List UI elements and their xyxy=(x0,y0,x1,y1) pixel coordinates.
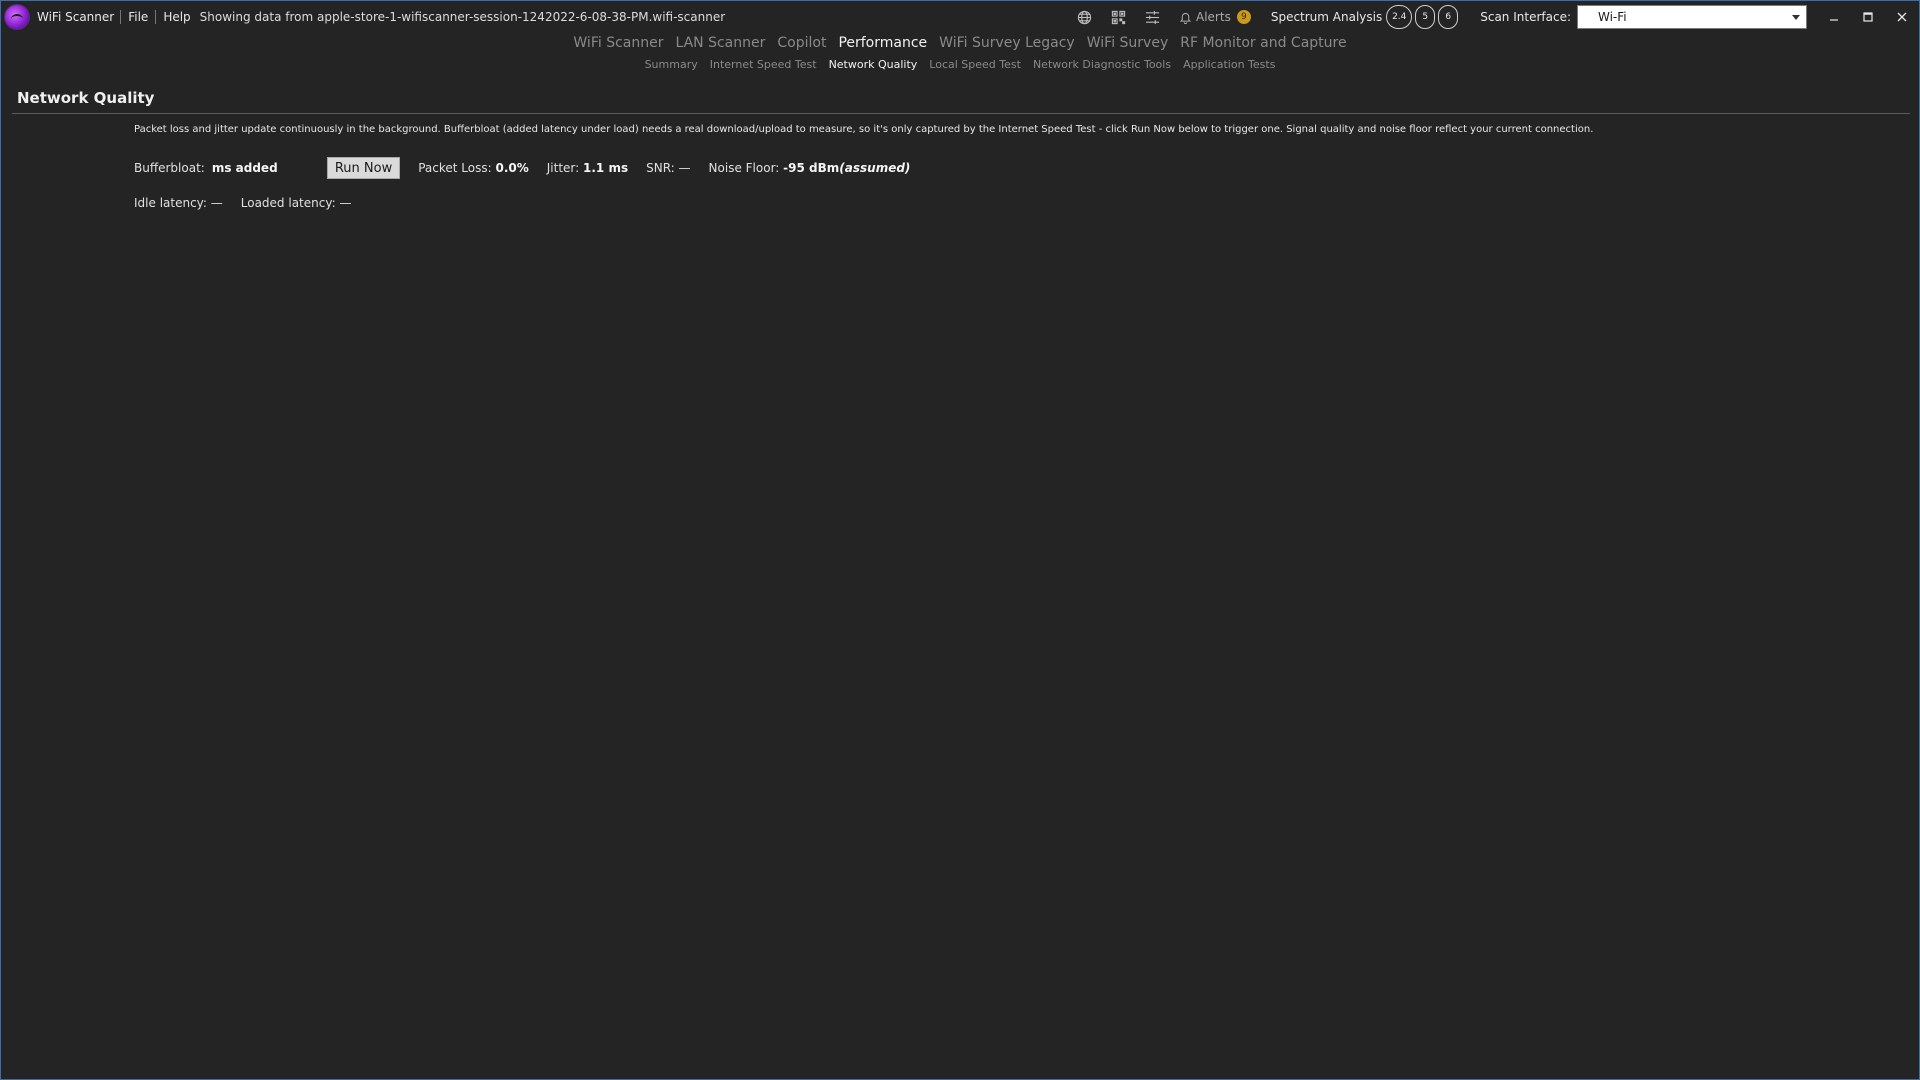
bufferbloat-label: Bufferbloat: xyxy=(134,161,205,175)
noise-floor-note: (assumed) xyxy=(839,161,911,175)
tab-copilot[interactable]: Copilot xyxy=(777,35,826,51)
app-name: WiFi Scanner xyxy=(37,10,115,24)
band-6-button[interactable]: 6 xyxy=(1438,5,1459,29)
packet-loss-value: 0.0% xyxy=(495,161,529,175)
loaded-latency-metric: Loaded latency: — xyxy=(241,196,352,210)
main-nav: WiFi Scanner LAN Scanner Copilot Perform… xyxy=(1,35,1919,51)
metrics-row: Bufferbloat: ms added Run Now Packet Los… xyxy=(134,157,928,179)
noise-floor-value: -95 dBm xyxy=(783,161,840,175)
sub-nav: Summary Internet Speed Test Network Qual… xyxy=(1,58,1919,71)
title-divider xyxy=(12,113,1910,114)
noise-floor-metric: Noise Floor: -95 dBm(assumed) xyxy=(709,161,911,175)
subtab-network-diagnostic-tools[interactable]: Network Diagnostic Tools xyxy=(1033,58,1171,71)
close-button[interactable] xyxy=(1885,2,1919,32)
session-info: Showing data from apple-store-1-wifiscan… xyxy=(199,10,726,24)
sliders-icon[interactable] xyxy=(1143,8,1161,26)
app-window: WiFi Scanner File Help Showing data from… xyxy=(0,0,1920,1080)
latency-row: Idle latency: — Loaded latency: — xyxy=(134,196,369,210)
jitter-value: 1.1 ms xyxy=(583,161,629,175)
bufferbloat-value: ms added xyxy=(211,161,278,175)
run-now-button[interactable]: Run Now xyxy=(326,157,401,179)
alerts-count-badge: 9 xyxy=(1236,10,1251,24)
band-5-button[interactable]: 5 xyxy=(1415,5,1436,29)
idle-latency-metric: Idle latency: — xyxy=(134,196,223,210)
subtab-network-quality[interactable]: Network Quality xyxy=(829,58,918,71)
snr-value: — xyxy=(678,161,691,175)
loaded-latency-label: Loaded latency: xyxy=(240,196,336,210)
scan-interface-label: Scan Interface: xyxy=(1480,10,1571,24)
bell-icon xyxy=(1179,11,1192,24)
qr-code-icon[interactable] xyxy=(1109,8,1127,26)
loaded-latency-value: — xyxy=(339,196,352,210)
minimize-button[interactable] xyxy=(1817,2,1851,32)
globe-icon[interactable] xyxy=(1075,8,1093,26)
tab-rf-monitor[interactable]: RF Monitor and Capture xyxy=(1180,35,1346,51)
spectrum-analysis-label: Spectrum Analysis xyxy=(1270,10,1383,24)
tab-lan-scanner[interactable]: LAN Scanner xyxy=(675,35,765,51)
snr-metric: SNR: — xyxy=(646,161,690,175)
idle-latency-value: — xyxy=(210,196,223,210)
idle-latency-label: Idle latency: xyxy=(134,196,207,210)
maximize-button[interactable] xyxy=(1851,2,1885,32)
tab-wifi-survey-legacy[interactable]: WiFi Survey Legacy xyxy=(939,35,1075,51)
subtab-internet-speed-test[interactable]: Internet Speed Test xyxy=(710,58,817,71)
title-bar: WiFi Scanner File Help Showing data from… xyxy=(1,1,1919,33)
page-title: Network Quality xyxy=(17,89,155,107)
jitter-metric: Jitter: 1.1 ms xyxy=(547,161,628,175)
subtab-local-speed-test[interactable]: Local Speed Test xyxy=(929,58,1021,71)
tab-wifi-scanner[interactable]: WiFi Scanner xyxy=(573,35,663,51)
chevron-down-icon xyxy=(1792,15,1800,20)
alerts-label: Alerts xyxy=(1196,10,1231,24)
noise-floor-label: Noise Floor: xyxy=(708,161,780,175)
info-description: Packet loss and jitter update continuous… xyxy=(134,124,1594,135)
jitter-label: Jitter: xyxy=(546,161,580,175)
alerts-button[interactable]: Alerts 9 xyxy=(1179,10,1251,24)
band-2-4-button[interactable]: 2.4 xyxy=(1386,5,1413,29)
packet-loss-metric: Packet Loss: 0.0% xyxy=(418,161,529,175)
subtab-application-tests[interactable]: Application Tests xyxy=(1183,58,1275,71)
subtab-summary[interactable]: Summary xyxy=(645,58,698,71)
scan-interface-select[interactable]: Wi-Fi xyxy=(1577,5,1807,29)
menu-file[interactable]: File xyxy=(127,10,149,24)
menu-separator xyxy=(155,10,157,24)
tab-performance[interactable]: Performance xyxy=(838,35,927,51)
snr-label: SNR: xyxy=(646,161,675,175)
menu-help[interactable]: Help xyxy=(162,10,191,24)
scan-interface-value: Wi-Fi xyxy=(1598,10,1627,24)
app-logo-icon xyxy=(5,5,29,29)
packet-loss-label: Packet Loss: xyxy=(418,161,492,175)
title-separator xyxy=(120,10,122,24)
tab-wifi-survey[interactable]: WiFi Survey xyxy=(1087,35,1169,51)
